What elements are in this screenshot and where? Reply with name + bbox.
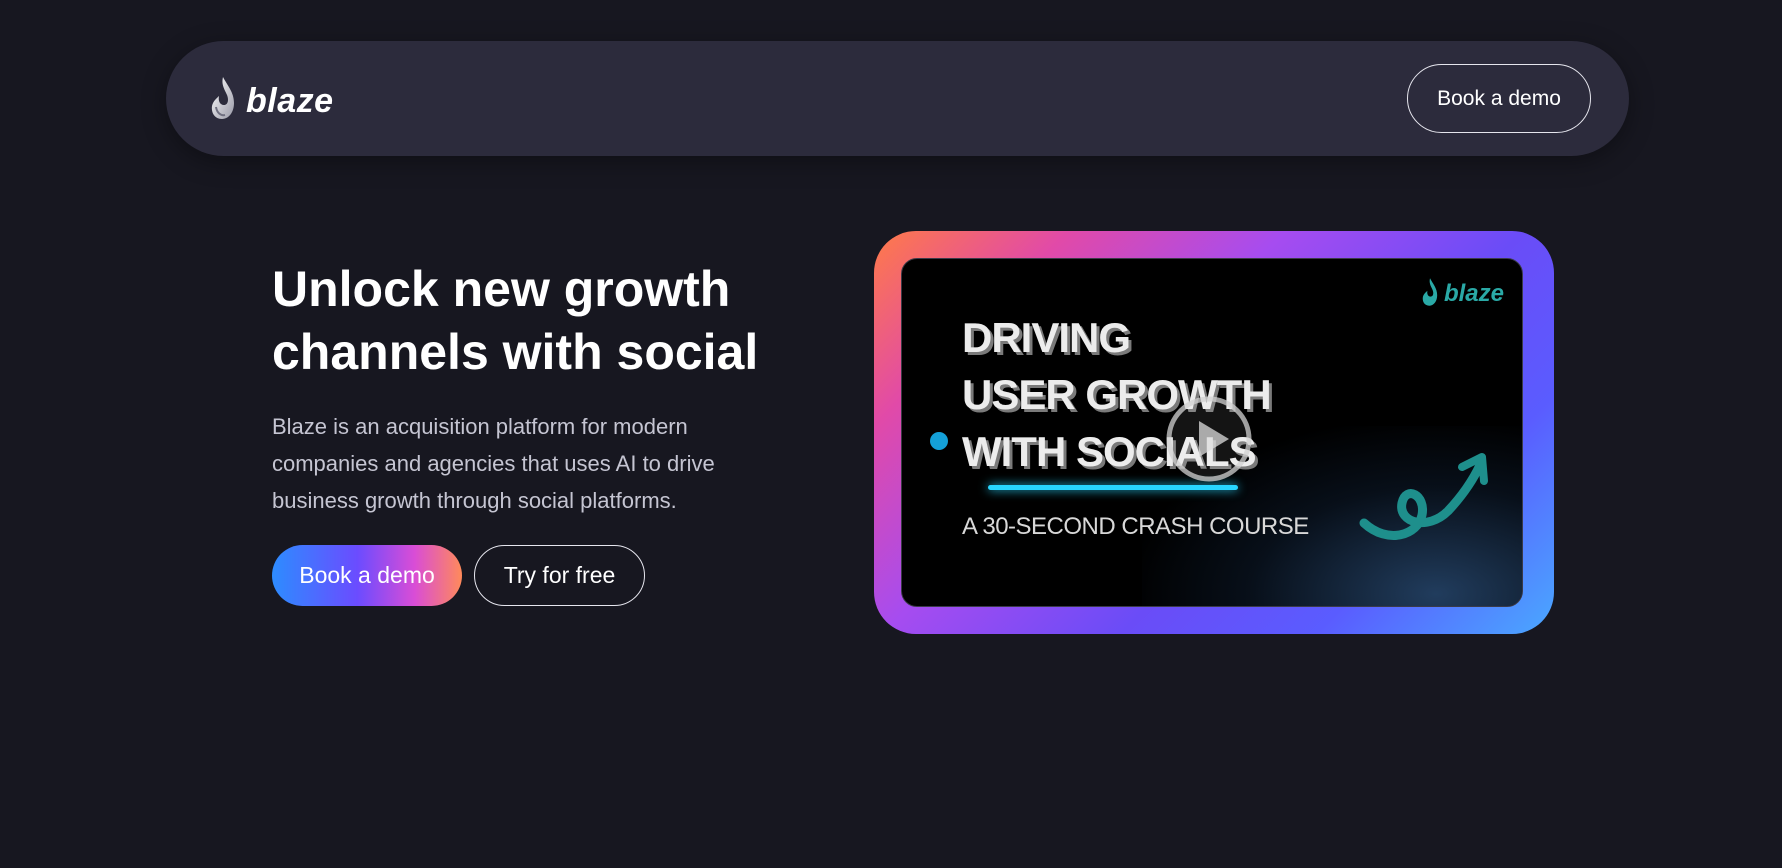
hero-description-line-2: companies and agencies that uses AI to d… (272, 451, 715, 476)
growth-arrow-icon (1359, 453, 1488, 540)
landing-page: blaze Book a demo Unlock new growth chan… (0, 0, 1782, 868)
video-subline: A 30-SECOND CRASH COURSE (962, 513, 1309, 540)
hero-buttons: Book a demo Try for free (272, 545, 645, 606)
navbar: blaze Book a demo (166, 41, 1629, 156)
bullet-dot (930, 432, 948, 450)
logo-text: blaze (246, 82, 334, 120)
play-icon[interactable] (1165, 395, 1253, 483)
video-headline-line-1: DRIVING (962, 314, 1131, 361)
headline-underline (988, 485, 1238, 490)
flame-icon (211, 77, 234, 119)
hero-title-line-1: Unlock new growth (272, 261, 731, 317)
hero-description-line-1: Blaze is an acquisition platform for mod… (272, 414, 688, 439)
flame-icon (1422, 278, 1438, 306)
video-frame: blaze DRIVING USER GROWTH WITH SOCIALS A… (874, 231, 1554, 634)
try-free-button[interactable]: Try for free (474, 545, 645, 606)
hero-description-line-3: business growth through social platforms… (272, 488, 677, 513)
book-demo-button[interactable]: Book a demo (272, 545, 462, 606)
nav-book-demo-button[interactable]: Book a demo (1407, 64, 1591, 133)
video-logo: blaze (1420, 277, 1504, 307)
video-logo-text: blaze (1443, 280, 1504, 307)
video-player[interactable]: blaze DRIVING USER GROWTH WITH SOCIALS A… (901, 258, 1523, 607)
logo[interactable]: blaze (208, 75, 334, 121)
hero-title: Unlock new growth channels with social (272, 258, 792, 384)
hero-title-line-2: channels with social (272, 324, 759, 380)
hero-description: Blaze is an acquisition platform for mod… (272, 408, 772, 519)
